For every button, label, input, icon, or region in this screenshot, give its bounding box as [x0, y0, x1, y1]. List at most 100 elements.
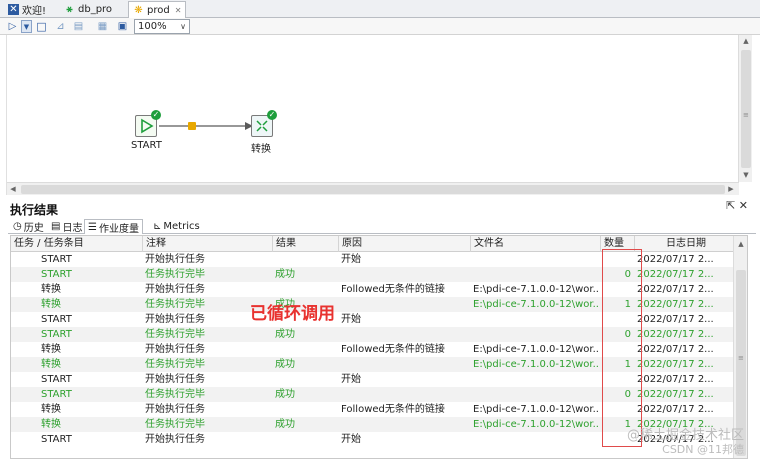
- close-icon[interactable]: ✕: [739, 199, 748, 212]
- table-cell: [341, 387, 469, 402]
- stop-icon[interactable]: □: [35, 20, 48, 33]
- column-header-filename[interactable]: 文件名: [471, 236, 601, 252]
- table-cell: START: [41, 254, 72, 265]
- tab-job-metrics[interactable]: ☰ 作业度量: [84, 219, 143, 235]
- table-cell: 2022/07/17 2...: [637, 389, 714, 400]
- table-cell: 2022/07/17 2...: [637, 404, 714, 415]
- scroll-down-icon[interactable]: ▼: [739, 169, 753, 182]
- count-column-highlight: [602, 249, 642, 447]
- maximize-icon[interactable]: ⇱: [726, 199, 735, 212]
- table-cell: 转换: [41, 344, 61, 355]
- pdi-icon: ✕: [8, 4, 19, 15]
- table-cell: 开始执行任务: [145, 284, 205, 295]
- step-label: 转换: [251, 144, 271, 155]
- table-cell: 2022/07/17 2...: [637, 269, 714, 280]
- tab-history[interactable]: ◷ 历史: [10, 219, 47, 234]
- results-tabs: ◷ 历史 ▤ 日志 ☰ 作业度量 ⊾ Metrics: [8, 218, 756, 235]
- table-cell: 开始执行任务: [145, 374, 205, 385]
- run-options-dropdown[interactable]: ▼: [21, 20, 32, 33]
- check-icon[interactable]: ▤: [72, 20, 85, 33]
- table-cell: 2022/07/17 2...: [637, 344, 714, 355]
- chart-icon: ⊾: [153, 221, 162, 232]
- table-cell: 成功: [275, 389, 295, 400]
- table-cell: START: [41, 269, 72, 280]
- table-cell: 转换: [41, 299, 61, 310]
- tab-metrics[interactable]: ⊾ Metrics: [150, 219, 203, 234]
- table-cell: [473, 267, 599, 282]
- step-label: START: [131, 140, 162, 151]
- table-cell: [341, 327, 469, 342]
- zoom-select[interactable]: 100% ∨: [134, 19, 190, 34]
- table-cell: 成功: [275, 419, 295, 430]
- table-cell: [275, 252, 337, 267]
- table-cell: [341, 297, 469, 312]
- column-header-reason[interactable]: 原因: [339, 236, 471, 252]
- table-cell: 2022/07/17 2...: [637, 254, 714, 265]
- table-cell: [341, 267, 469, 282]
- column-header-log-date[interactable]: 日志日期: [635, 236, 735, 252]
- close-icon[interactable]: ✕: [175, 6, 182, 15]
- history-icon: ◷: [13, 221, 22, 232]
- table-cell: 任务执行完毕: [145, 329, 205, 340]
- column-header-task[interactable]: 任务 / 任务条目: [11, 236, 143, 252]
- table-cell: 开始: [341, 374, 361, 385]
- preview-icon[interactable]: ⊿: [54, 20, 67, 33]
- table-cell: [275, 372, 337, 387]
- scroll-up-icon[interactable]: ▲: [734, 238, 747, 251]
- watermark-line-2: CSDN @11邦德: [662, 443, 744, 456]
- table-vertical-scrollbar[interactable]: ▲ ≡: [733, 236, 747, 458]
- grip-icon: ≡: [738, 354, 744, 362]
- table-cell: Followed无条件的链接: [341, 404, 445, 415]
- table-cell: [341, 357, 469, 372]
- tab-db-pro[interactable]: ⚹ db_pro: [60, 1, 116, 18]
- scroll-thumb[interactable]: [741, 50, 751, 168]
- table-cell: 开始: [341, 314, 361, 325]
- tab-log[interactable]: ▤ 日志: [48, 219, 85, 234]
- table-cell: [473, 372, 599, 387]
- sql-icon[interactable]: ▣: [116, 20, 129, 33]
- grip-icon: ≡: [743, 111, 749, 119]
- log-icon: ▤: [51, 221, 61, 232]
- scroll-thumb[interactable]: [21, 185, 725, 194]
- table-cell: 成功: [275, 359, 295, 370]
- job-canvas[interactable]: ✓ START ✓ 转换 ▲ ≡ ▼ ◀ ▶: [6, 35, 752, 195]
- column-header-comment[interactable]: 注释: [143, 236, 273, 252]
- table-cell: 转换: [41, 404, 61, 415]
- tab-label: db_pro: [78, 4, 113, 15]
- canvas-vertical-scrollbar[interactable]: ▲ ≡ ▼: [738, 35, 752, 182]
- run-icon[interactable]: ▷: [6, 20, 19, 33]
- table-cell: 2022/07/17 2...: [637, 374, 714, 385]
- table-cell: START: [41, 314, 72, 325]
- table-cell: 开始: [341, 434, 361, 445]
- table-cell: 开始执行任务: [145, 404, 205, 415]
- table-cell: [473, 327, 599, 342]
- table-cell: 任务执行完毕: [145, 419, 205, 430]
- canvas-horizontal-scrollbar[interactable]: ◀ ▶: [7, 182, 739, 195]
- table-cell: 开始执行任务: [145, 344, 205, 355]
- table-cell: [275, 432, 337, 447]
- hop-connector[interactable]: [7, 35, 739, 182]
- table-cell: 任务执行完毕: [145, 359, 205, 370]
- scroll-up-icon[interactable]: ▲: [739, 35, 753, 48]
- table-cell: [473, 387, 599, 402]
- table-cell: 开始执行任务: [145, 254, 205, 265]
- table-cell: [473, 432, 599, 447]
- table-cell: E:\pdi-ce-7.1.0.0-12\wor...: [473, 359, 599, 370]
- table-cell: START: [41, 329, 72, 340]
- table-cell: E:\pdi-ce-7.1.0.0-12\wor...: [473, 344, 599, 355]
- unconditional-hop-lock-icon: [188, 122, 196, 130]
- tab-prod[interactable]: ❋ prod ✕: [128, 1, 187, 19]
- table-cell: 任务执行完毕: [145, 389, 205, 400]
- table-cell: [473, 252, 599, 267]
- tab-welcome[interactable]: ✕ 欢迎!: [4, 1, 50, 18]
- table-cell: START: [41, 434, 72, 445]
- scroll-left-icon[interactable]: ◀: [7, 183, 19, 196]
- success-check-icon: ✓: [267, 110, 277, 120]
- table-cell: [275, 282, 337, 297]
- table-cell: [275, 342, 337, 357]
- impact-icon[interactable]: ▦: [96, 20, 109, 33]
- panel-controls: ⇱ ✕: [726, 199, 748, 212]
- scroll-right-icon[interactable]: ▶: [725, 183, 737, 196]
- table-cell: 转换: [41, 419, 61, 430]
- column-header-result[interactable]: 结果: [273, 236, 339, 252]
